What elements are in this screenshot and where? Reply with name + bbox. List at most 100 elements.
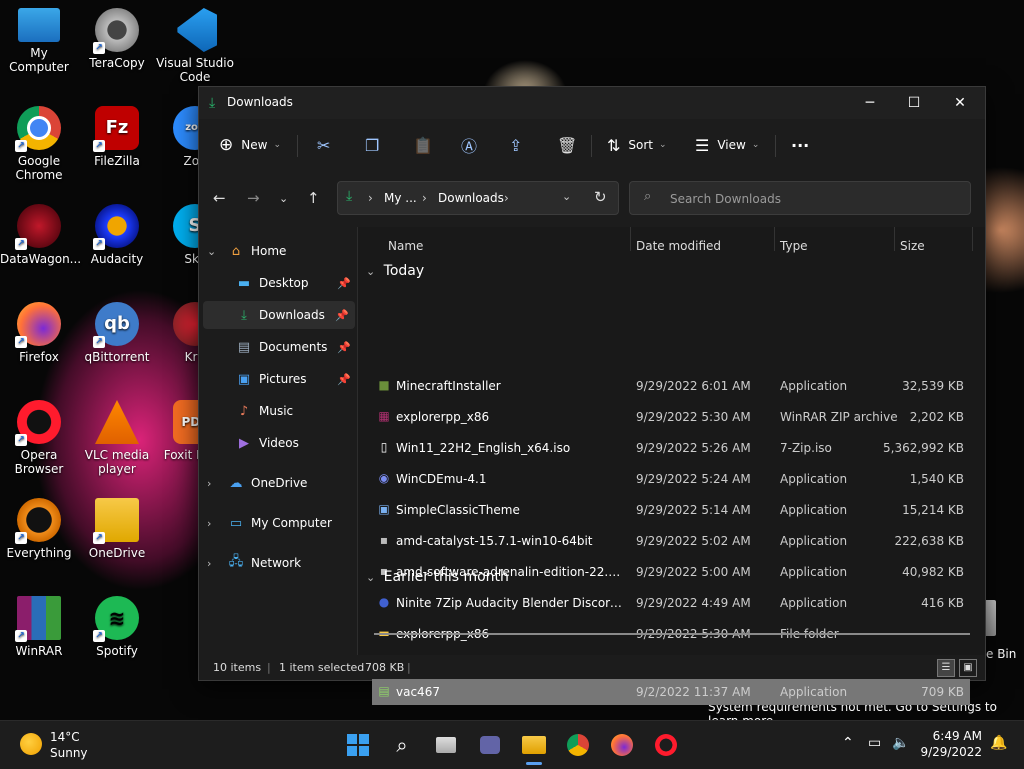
recycle-bin-label[interactable]: e Bin bbox=[986, 647, 1016, 661]
group-header-today[interactable]: ⌄ Today bbox=[366, 263, 424, 279]
nav-item-my-computer[interactable]: › ▭ My Computer bbox=[199, 509, 357, 537]
nav-label: Music bbox=[259, 404, 294, 418]
desktop-icon-opera[interactable]: ↗ Opera Browser bbox=[0, 400, 78, 476]
up-arrow-icon[interactable]: ↑ bbox=[307, 189, 320, 207]
search-box[interactable]: ⌕ bbox=[629, 181, 971, 215]
desktop-icon-datawagon[interactable]: ↗ DataWagon... bbox=[0, 204, 81, 266]
nav-item-pictures[interactable]: ▣ Pictures 📌 bbox=[199, 365, 357, 393]
nav-item-documents[interactable]: ▤ Documents 📌 bbox=[199, 333, 357, 361]
column-divider bbox=[972, 227, 973, 251]
search-input[interactable] bbox=[668, 189, 962, 209]
maximize-button[interactable]: ☐ bbox=[891, 87, 937, 119]
desktop-icon-audacity[interactable]: ↗ Audacity bbox=[78, 204, 156, 266]
column-header-date[interactable]: Date modified bbox=[636, 239, 721, 253]
address-bar[interactable]: ⤓ › My ... › Downloads › ⌄ ↻ bbox=[337, 181, 619, 215]
file-row[interactable]: ◉ WinCDEmu-4.1 9/29/2022 5:24 AM Applicatio… bbox=[372, 466, 970, 492]
desktop-icon-qbittorrent[interactable]: qb ↗ qBittorrent bbox=[78, 302, 156, 364]
nav-label: Desktop bbox=[259, 276, 309, 290]
search-button[interactable]: ⌕ bbox=[386, 729, 418, 761]
rename-button[interactable]: Ⓐ bbox=[461, 131, 477, 159]
group-header-earlier[interactable]: ⌄ Earlier this month bbox=[366, 569, 509, 585]
desktop-icon-winrar[interactable]: ↗ WinRAR bbox=[0, 596, 78, 658]
view-button[interactable]: ☰ View ⌄ bbox=[695, 131, 759, 159]
column-header-name[interactable]: Name bbox=[388, 239, 423, 253]
file-row[interactable]: ▯ Win11_22H2_English_x64.iso 9/29/2022 5:2… bbox=[372, 435, 970, 461]
network-icon[interactable]: ▭ bbox=[868, 735, 881, 751]
forward-arrow-icon[interactable]: → bbox=[247, 189, 260, 207]
weather-temperature[interactable]: 14°C bbox=[50, 730, 80, 744]
start-button[interactable] bbox=[342, 729, 374, 761]
file-explorer-taskbar-button[interactable] bbox=[518, 729, 550, 765]
chevron-down-icon: ⌄ bbox=[273, 140, 281, 150]
clock-date[interactable]: 9/29/2022 bbox=[916, 745, 982, 759]
horizontal-scrollbar[interactable] bbox=[374, 633, 970, 635]
nav-item-network[interactable]: › 🖧 Network bbox=[199, 549, 357, 577]
column-header-type[interactable]: Type bbox=[780, 239, 808, 253]
sort-button[interactable]: ⇅ Sort ⌄ bbox=[607, 131, 667, 159]
desktop-icon-vscode[interactable]: Visual Studio Code bbox=[156, 8, 234, 84]
desktop-icon-onedrive[interactable]: ↗ OneDrive bbox=[78, 498, 156, 560]
share-button[interactable]: ⇪ bbox=[509, 131, 522, 159]
column-header-size[interactable]: Size bbox=[900, 239, 925, 253]
desktop-icon-everything[interactable]: ↗ Everything bbox=[0, 498, 78, 560]
document-icon: ▤ bbox=[237, 339, 251, 355]
nav-label: Videos bbox=[259, 436, 299, 450]
minimize-button[interactable]: ─ bbox=[847, 87, 893, 119]
desktop-icon-spotify[interactable]: ≋ ↗ Spotify bbox=[78, 596, 156, 658]
nav-item-desktop[interactable]: ▬ Desktop 📌 bbox=[199, 269, 357, 297]
file-row[interactable]: ▪ amd-catalyst-15.7.1-win10-64bit 9/29/202… bbox=[372, 528, 970, 554]
status-bar: 10 items | 1 item selected 708 KB | ☰ ▣ bbox=[199, 655, 985, 679]
weather-condition[interactable]: Sunny bbox=[50, 746, 88, 760]
copy-button[interactable]: ❐ bbox=[365, 131, 379, 159]
breadcrumb-segment-downloads[interactable]: Downloads bbox=[438, 191, 504, 205]
firefox-taskbar-button[interactable] bbox=[606, 729, 638, 761]
task-view-button[interactable] bbox=[430, 729, 462, 761]
desktop-icon-filezilla[interactable]: Fz ↗ FileZilla bbox=[78, 106, 156, 168]
file-type: Application bbox=[780, 596, 848, 610]
recent-locations-chevron-icon[interactable]: ⌄ bbox=[279, 192, 288, 205]
volume-icon[interactable]: 🔈 bbox=[892, 735, 909, 751]
file-type: WinRAR ZIP archive bbox=[780, 410, 898, 424]
desktop-icon-vlc[interactable]: VLC media player bbox=[78, 400, 156, 476]
sun-icon[interactable] bbox=[20, 733, 42, 755]
window-title: Downloads bbox=[227, 95, 293, 109]
tiles-view-button[interactable]: ▣ bbox=[959, 659, 977, 677]
navigation-pane: ⌄ ⌂ Home ▬ Desktop 📌 ⤓ Downloads 📌 ▤ Doc… bbox=[199, 227, 358, 655]
clock-time[interactable]: 6:49 AM bbox=[930, 729, 982, 743]
refresh-icon[interactable]: ↻ bbox=[594, 188, 607, 206]
desktop-icon-firefox[interactable]: ↗ Firefox bbox=[0, 302, 78, 364]
back-arrow-icon[interactable]: ← bbox=[213, 189, 226, 207]
file-explorer-window[interactable]: ⤓ Downloads ─ ☐ ✕ ⊕ New ⌄ ✂ ❐ 📋 Ⓐ ⇪ 🗑 ⇅ … bbox=[198, 86, 986, 705]
more-options-button[interactable]: ··· bbox=[791, 131, 809, 159]
file-row[interactable]: ■ MinecraftInstaller 9/29/2022 6:01 AM Appl… bbox=[372, 373, 970, 399]
show-hidden-icons-chevron-icon[interactable]: ⌃ bbox=[842, 735, 854, 751]
title-bar[interactable]: ⤓ Downloads ─ ☐ ✕ bbox=[199, 87, 985, 119]
notification-icon[interactable]: 🔔 bbox=[990, 735, 1007, 751]
new-button[interactable]: ⊕ New ⌄ bbox=[219, 131, 281, 159]
file-size: 40,982 KB bbox=[902, 565, 964, 579]
nav-item-onedrive[interactable]: › ☁ OneDrive bbox=[199, 469, 357, 497]
address-dropdown-chevron-icon[interactable]: ⌄ bbox=[562, 190, 571, 203]
desktop-icon-my-computer[interactable]: My Computer bbox=[0, 8, 78, 74]
details-view-button[interactable]: ☰ bbox=[937, 659, 955, 677]
file-row[interactable]: ▤ vac467 9/2/2022 11:37 AM Application 709 K… bbox=[372, 679, 970, 705]
nav-item-home[interactable]: ⌄ ⌂ Home bbox=[199, 237, 357, 265]
breadcrumb-segment-my-computer[interactable]: My ... bbox=[384, 191, 417, 205]
desktop-icon-teracopy[interactable]: ↗ TeraCopy bbox=[78, 8, 156, 70]
file-row[interactable]: ▦ explorerpp_x86 9/29/2022 5:30 AM WinRAR Z… bbox=[372, 404, 970, 430]
opera-taskbar-button[interactable] bbox=[650, 729, 682, 761]
nav-label: My Computer bbox=[251, 516, 332, 530]
nav-item-downloads[interactable]: ⤓ Downloads 📌 bbox=[203, 301, 355, 329]
close-button[interactable]: ✕ bbox=[937, 87, 983, 119]
nav-item-videos[interactable]: ▶ Videos bbox=[199, 429, 357, 457]
nav-item-music[interactable]: ♪ Music bbox=[199, 397, 357, 425]
delete-button[interactable]: 🗑 bbox=[557, 131, 577, 159]
cut-button[interactable]: ✂ bbox=[317, 131, 330, 159]
desktop-icon-google-chrome[interactable]: ↗ Google Chrome bbox=[0, 106, 78, 182]
file-row[interactable]: ● Ninite 7Zip Audacity Blender Discord Ev… bbox=[372, 590, 970, 616]
chrome-taskbar-button[interactable] bbox=[562, 729, 594, 761]
chat-button[interactable] bbox=[474, 729, 506, 761]
file-size: 709 KB bbox=[921, 685, 964, 699]
paste-button[interactable]: 📋 bbox=[413, 131, 433, 159]
file-row[interactable]: ▣ SimpleClassicTheme 9/29/2022 5:14 AM Appl… bbox=[372, 497, 970, 523]
